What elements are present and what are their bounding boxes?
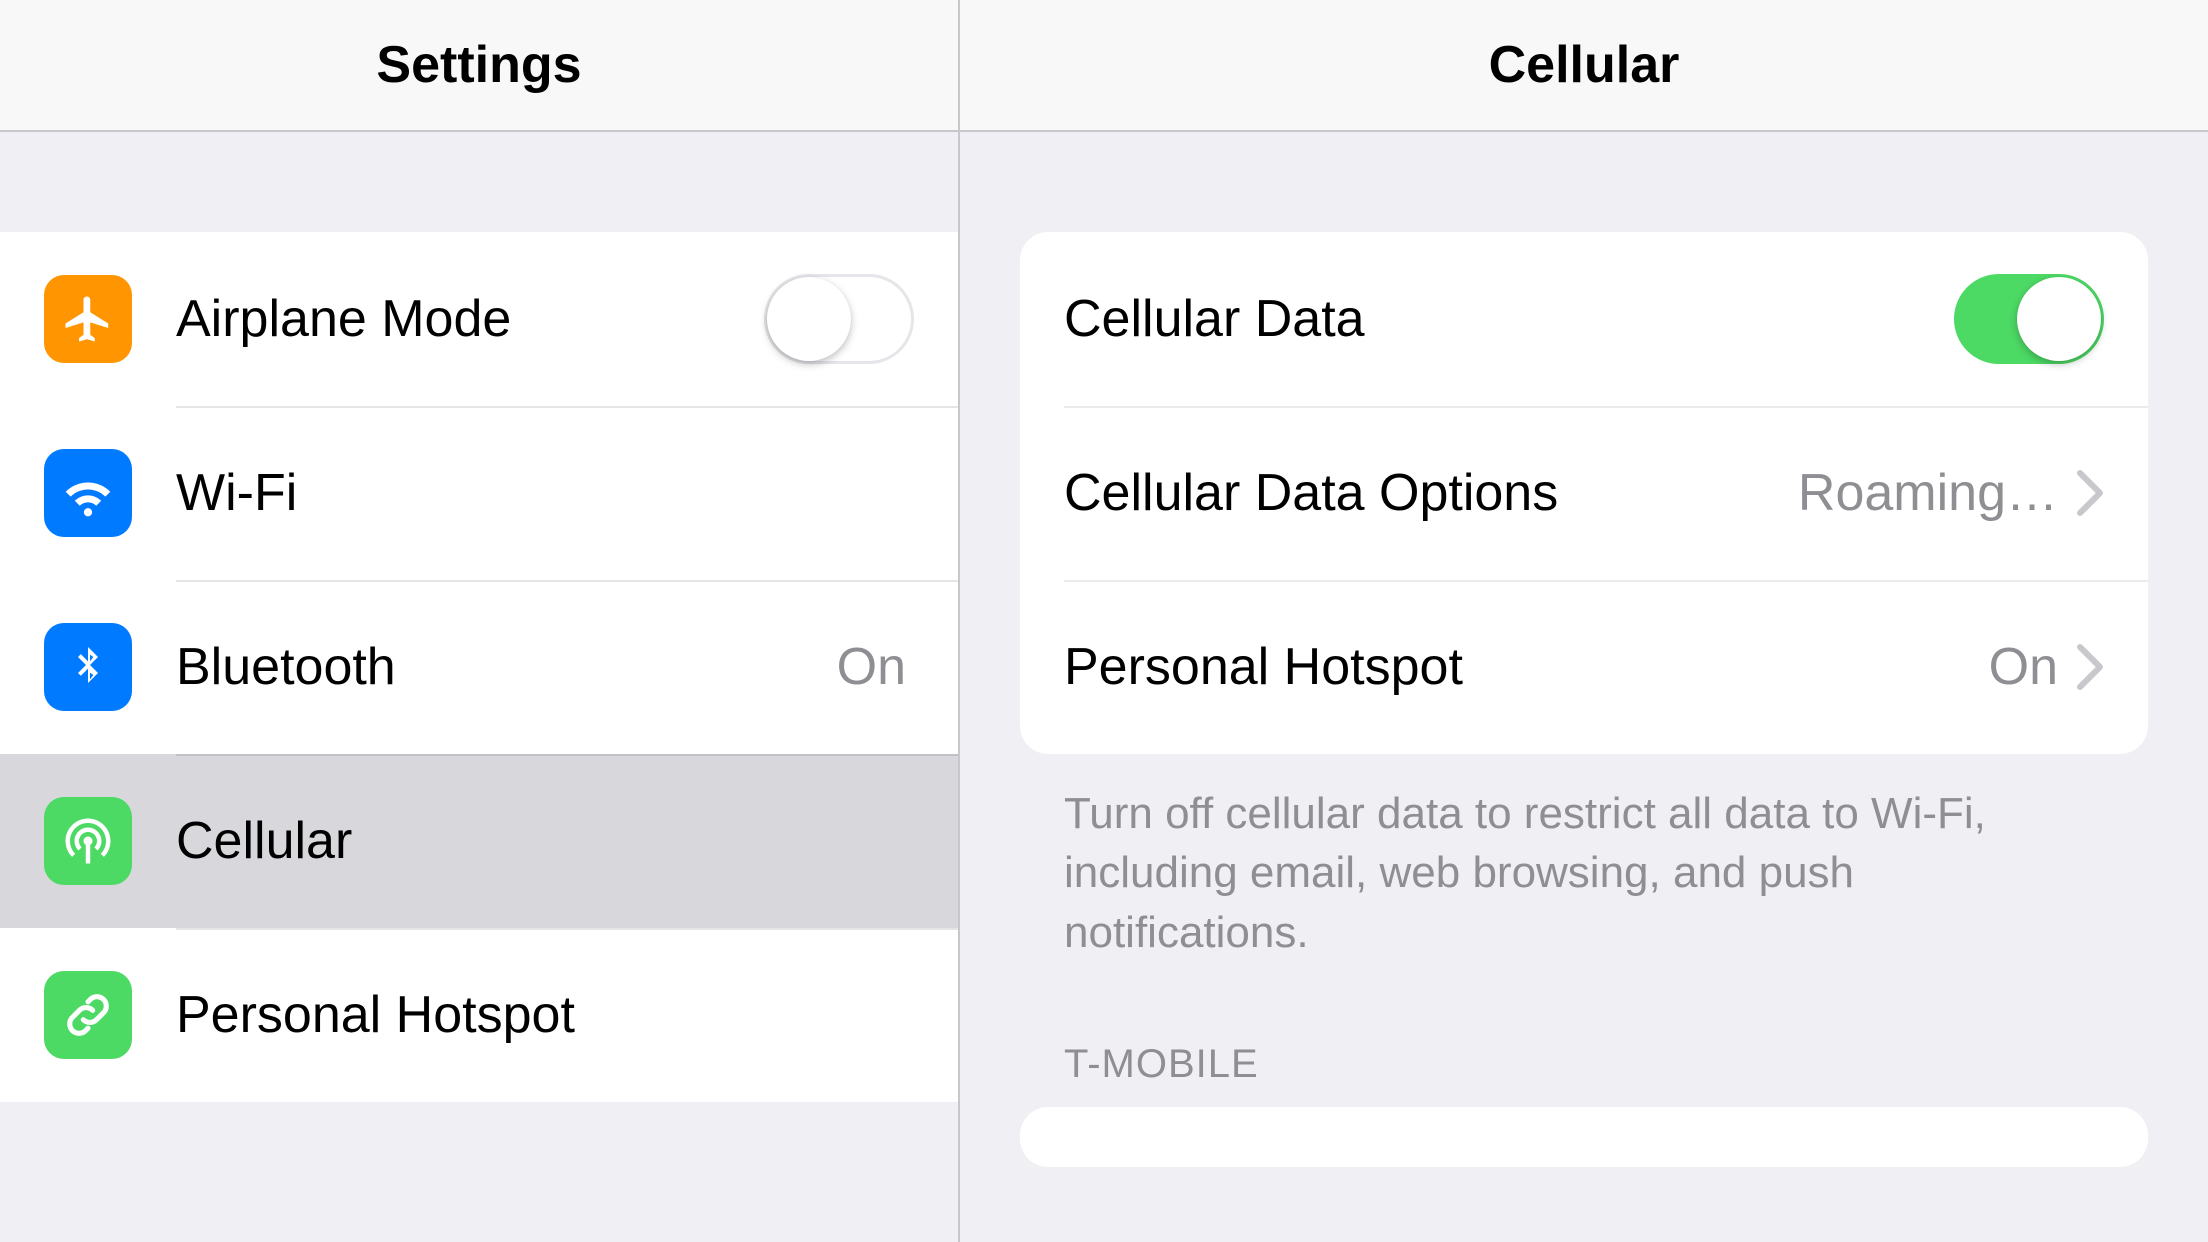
- toggle-knob: [767, 277, 851, 361]
- detail-section-header: T-MOBILE: [1064, 1042, 2104, 1087]
- airplane-mode-toggle[interactable]: [764, 274, 914, 364]
- wifi-icon: [44, 449, 132, 537]
- sidebar-label-bluetooth: Bluetooth: [176, 637, 837, 697]
- link-icon: [44, 971, 132, 1059]
- detail-item-personal-hotspot[interactable]: Personal Hotspot On: [1020, 580, 2148, 754]
- toggle-knob: [2017, 277, 2101, 361]
- detail-item-cellular-data-options[interactable]: Cellular Data Options Roaming…: [1020, 406, 2148, 580]
- sidebar-item-wifi[interactable]: Wi-Fi: [0, 406, 958, 580]
- detail-group-carrier: [1020, 1107, 2148, 1167]
- detail-item-cellular-data[interactable]: Cellular Data: [1020, 232, 2148, 406]
- detail-value-ph: On: [1989, 637, 2058, 697]
- sidebar-value-bluetooth: On: [837, 637, 906, 697]
- detail-header: Cellular: [960, 0, 2208, 132]
- sidebar-label-wifi: Wi-Fi: [176, 463, 914, 523]
- detail-title: Cellular: [1489, 35, 1680, 95]
- sidebar-label-hotspot: Personal Hotspot: [176, 985, 914, 1045]
- sidebar-label-cellular: Cellular: [176, 811, 914, 871]
- detail-label-ph: Personal Hotspot: [1064, 637, 1989, 697]
- detail-footer-text: Turn off cellular data to restrict all d…: [1064, 784, 2104, 962]
- cellular-icon: [44, 797, 132, 885]
- detail-value-cdo: Roaming…: [1798, 463, 2058, 523]
- chevron-right-icon: [2076, 643, 2104, 691]
- detail-group-main: Cellular Data Cellular Data Options Roam…: [1020, 232, 2148, 754]
- sidebar-item-cellular[interactable]: Cellular: [0, 754, 958, 928]
- airplane-icon: [44, 275, 132, 363]
- detail-pane: Cellular Cellular Data Cellular Data Opt…: [960, 0, 2208, 1242]
- chevron-right-icon: [2076, 469, 2104, 517]
- sidebar-label-airplane: Airplane Mode: [176, 289, 764, 349]
- spacer: [0, 132, 958, 232]
- detail-label-cdo: Cellular Data Options: [1064, 463, 1798, 523]
- sidebar-item-airplane-mode[interactable]: Airplane Mode: [0, 232, 958, 406]
- settings-sidebar: Settings Airplane Mode Wi-Fi: [0, 0, 960, 1242]
- sidebar-title: Settings: [376, 35, 581, 95]
- detail-label-cellular-data: Cellular Data: [1064, 289, 1954, 349]
- cellular-data-toggle[interactable]: [1954, 274, 2104, 364]
- sidebar-header: Settings: [0, 0, 958, 132]
- sidebar-group: Airplane Mode Wi-Fi Bluetooth On: [0, 232, 958, 1102]
- sidebar-item-personal-hotspot[interactable]: Personal Hotspot: [0, 928, 958, 1102]
- app-root: Settings Airplane Mode Wi-Fi: [0, 0, 2208, 1242]
- spacer: [960, 132, 2208, 232]
- bluetooth-icon: [44, 623, 132, 711]
- sidebar-item-bluetooth[interactable]: Bluetooth On: [0, 580, 958, 754]
